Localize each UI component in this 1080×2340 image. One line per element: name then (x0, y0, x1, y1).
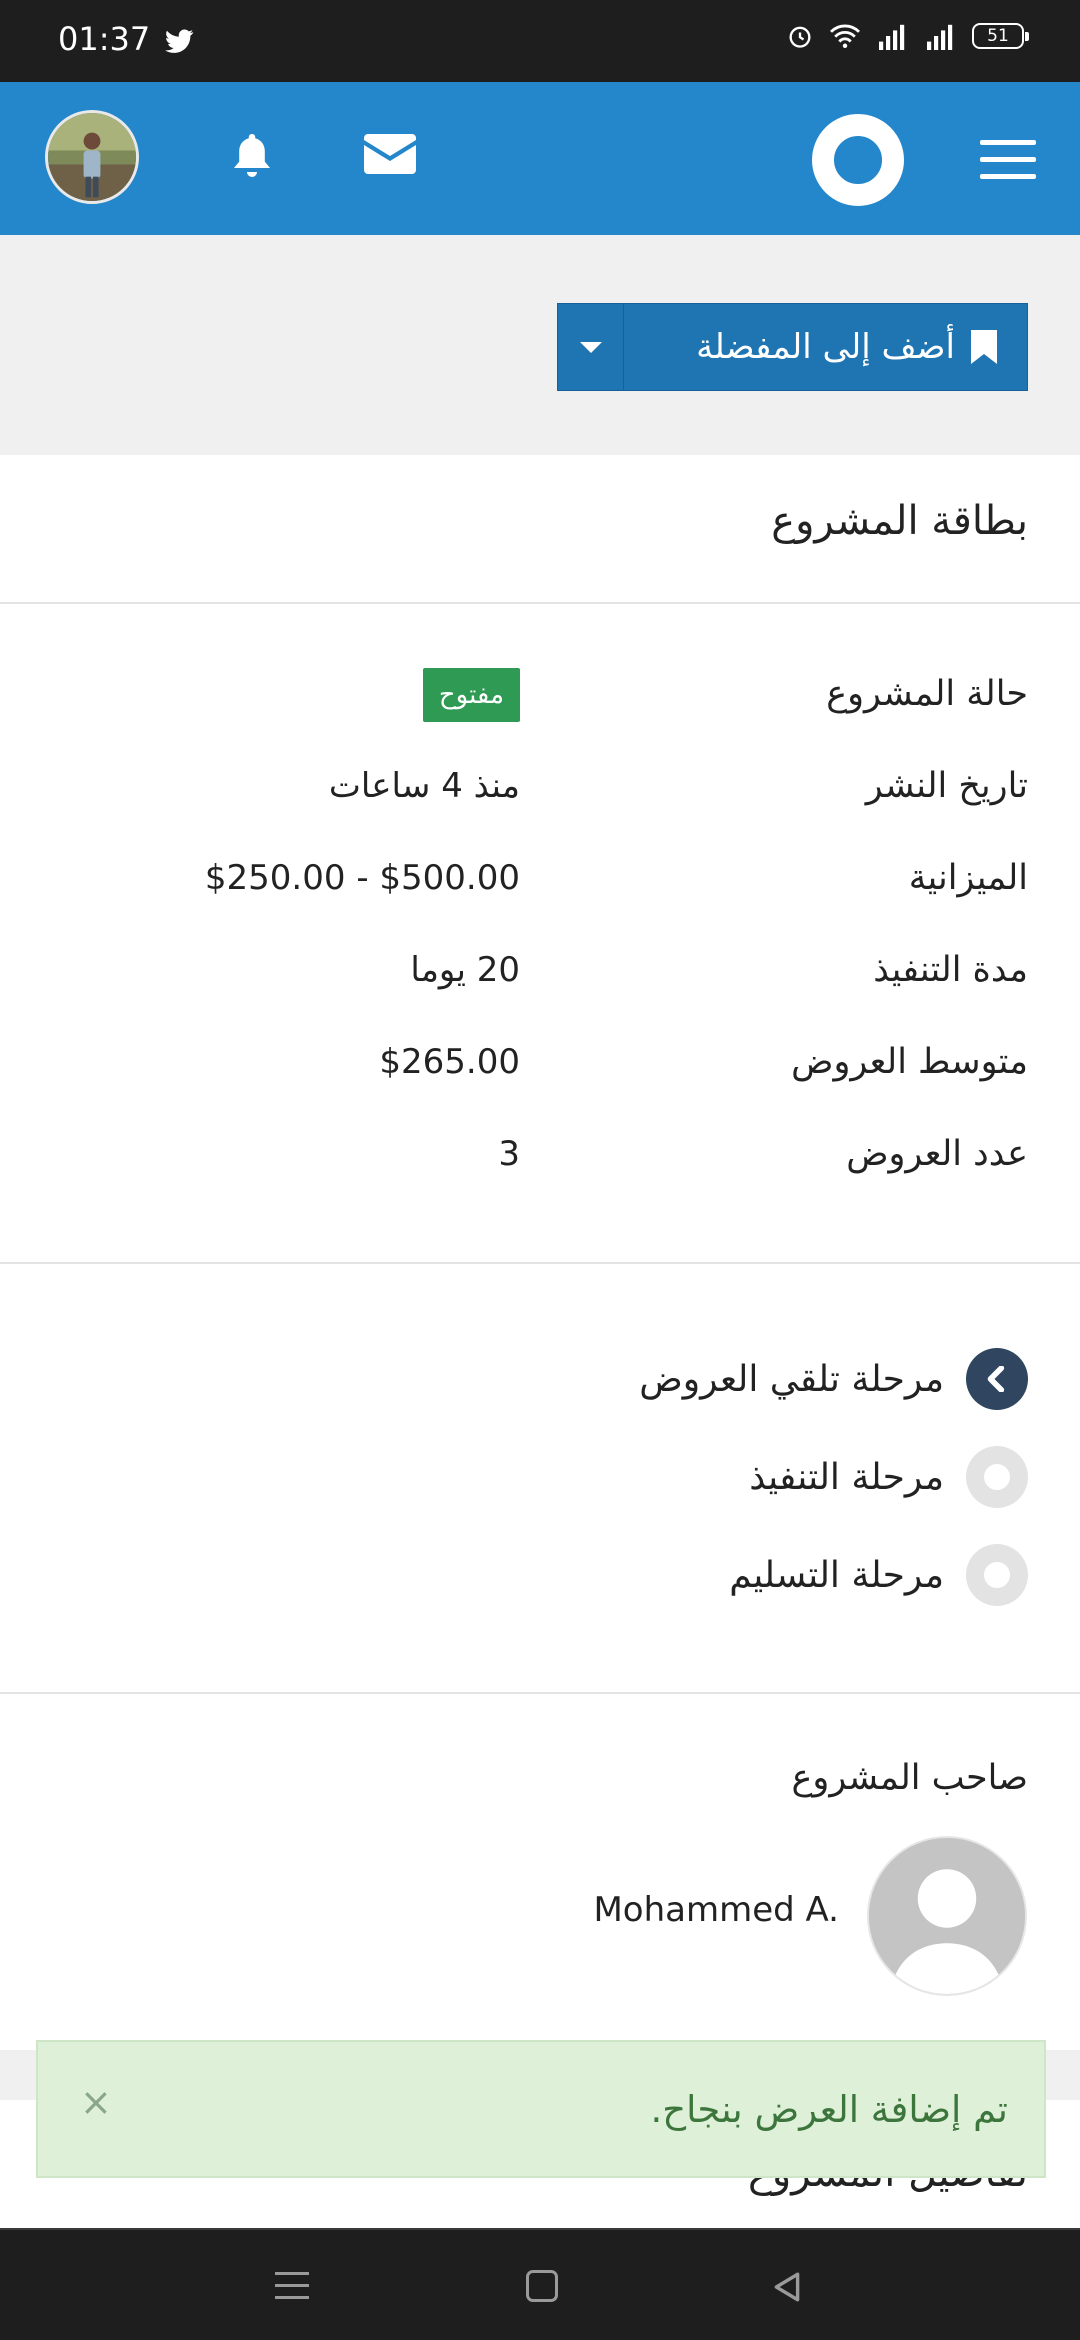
stage-delivery: مرحلة التسليم (729, 1544, 1028, 1606)
favorites-section: أضف إلى المفضلة (0, 235, 1080, 455)
info-row-average-bid: متوسط العروض $265.00 (0, 1042, 1080, 1102)
info-value: $250.00 - $500.00 (204, 858, 520, 898)
signal-icon (879, 24, 905, 50)
project-card-title: بطاقة المشروع (771, 498, 1028, 544)
info-value: $265.00 (379, 1042, 520, 1082)
owner-section-title: صاحب المشروع (791, 1758, 1028, 1798)
caret-down-icon (579, 341, 602, 353)
divider (0, 1262, 1080, 1264)
stage-execution: مرحلة التنفيذ (749, 1446, 1028, 1508)
info-label: تاريخ النشر (865, 766, 1028, 806)
bookmark-icon (971, 330, 997, 364)
envelope-icon[interactable] (364, 134, 416, 174)
default-avatar-icon (869, 1838, 1025, 1994)
status-bar: 01:37 51 (0, 0, 1080, 82)
battery-indicator: 51 (972, 23, 1029, 49)
info-value: منذ 4 ساعات (328, 766, 520, 806)
circle-icon (966, 1446, 1028, 1508)
status-time: 01:37 (58, 20, 151, 58)
stage-label: مرحلة التنفيذ (749, 1456, 944, 1498)
owner-name[interactable]: Mohammed A. (593, 1890, 839, 1930)
info-row-published: تاريخ النشر منذ 4 ساعات (0, 766, 1080, 826)
system-navigation-bar (0, 2228, 1080, 2340)
recent-apps-icon[interactable] (275, 2272, 309, 2308)
info-label: الميزانية (908, 858, 1028, 898)
divider (0, 1692, 1080, 1694)
bell-icon[interactable] (228, 130, 276, 182)
hamburger-menu-icon[interactable] (980, 140, 1036, 191)
stage-label: مرحلة تلقي العروض (639, 1358, 944, 1400)
favorites-main[interactable]: أضف إلى المفضلة (624, 304, 1027, 390)
add-to-favorites-button[interactable]: أضف إلى المفضلة (557, 303, 1028, 391)
close-icon[interactable]: × (80, 2080, 112, 2124)
stage-label: مرحلة التسليم (729, 1554, 944, 1596)
signal-icon-2 (927, 24, 953, 50)
owner-avatar[interactable] (867, 1836, 1027, 1996)
circle-icon (966, 1544, 1028, 1606)
status-badge: مفتوح (422, 668, 520, 722)
toast-message: تم إضافة العرض بنجاح. (650, 2088, 1008, 2131)
info-row-status: حالة المشروع مفتوح (0, 668, 1080, 734)
info-value: 3 (498, 1134, 520, 1174)
info-label: مدة التنفيذ (873, 950, 1028, 990)
info-row-bid-count: عدد العروض 3 (0, 1134, 1080, 1194)
home-icon[interactable] (526, 2270, 558, 2302)
favorites-dropdown-toggle[interactable] (558, 304, 624, 390)
info-label: حالة المشروع (826, 674, 1028, 714)
stage-receiving-bids: مرحلة تلقي العروض (639, 1348, 1028, 1410)
twitter-icon (165, 29, 194, 53)
success-toast: تم إضافة العرض بنجاح. × (36, 2040, 1046, 2178)
back-icon[interactable] (770, 2270, 804, 2304)
info-row-budget: الميزانية $250.00 - $500.00 (0, 858, 1080, 918)
avatar-photo (48, 113, 136, 201)
wifi-icon (830, 24, 860, 49)
user-avatar[interactable] (45, 110, 139, 204)
info-label: متوسط العروض (791, 1042, 1028, 1082)
alarm-icon (789, 26, 811, 48)
info-row-duration: مدة التنفيذ 20 يوما (0, 950, 1080, 1010)
status-indicators: 51 (786, 22, 1029, 50)
info-label: عدد العروض (846, 1134, 1028, 1174)
app-logo[interactable] (812, 114, 904, 206)
favorites-label: أضف إلى المفضلة (696, 327, 955, 367)
divider (0, 602, 1080, 604)
app-header (0, 82, 1080, 235)
chevron-left-icon (966, 1348, 1028, 1410)
info-value: 20 يوما (410, 950, 520, 990)
